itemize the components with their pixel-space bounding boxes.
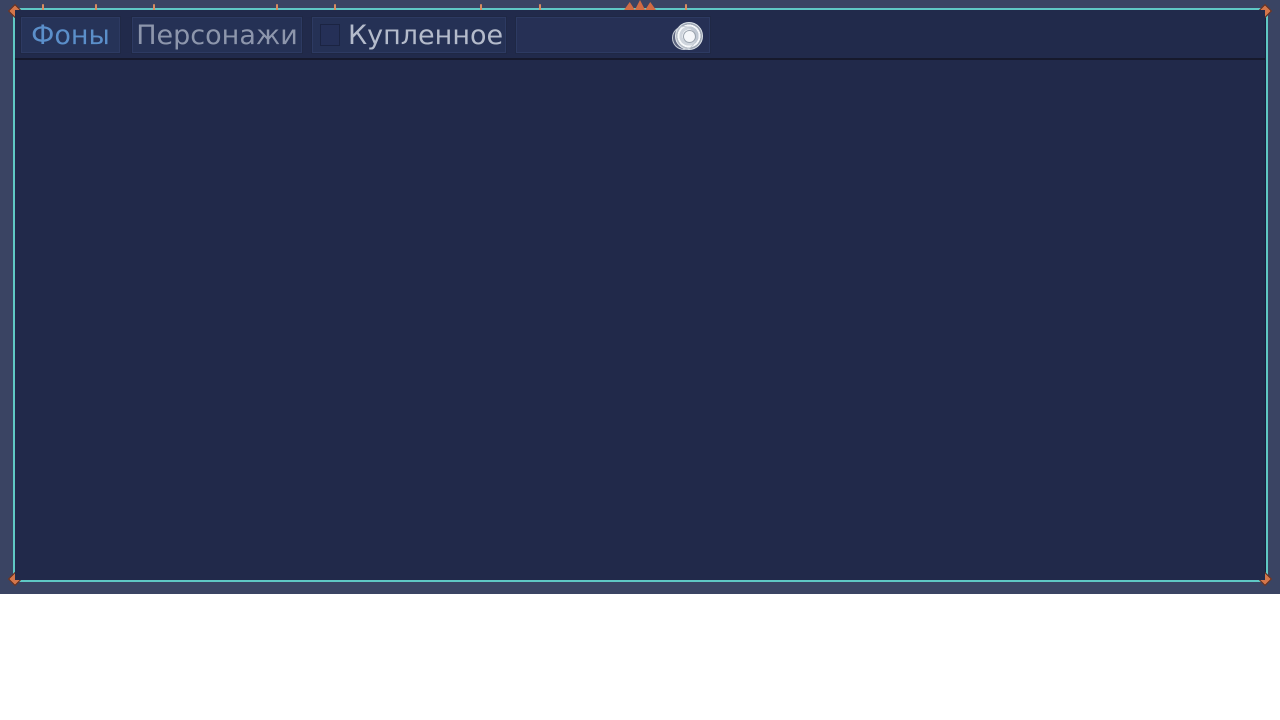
currency-display: [515, 16, 711, 54]
purchased-checkbox[interactable]: [320, 24, 340, 46]
tab-backgrounds-label: Фоны: [31, 19, 110, 51]
tab-characters-label: Персонажи: [136, 19, 298, 51]
shop-content-area: [15, 60, 1265, 580]
purchased-filter-label: Купленное: [348, 19, 504, 51]
shop-window: Фоны Персонажи Купленное: [0, 0, 1280, 594]
purchased-filter[interactable]: Купленное: [311, 16, 507, 54]
tab-backgrounds[interactable]: Фоны: [20, 16, 121, 54]
shop-tab-bar: Фоны Персонажи Купленное: [15, 10, 1265, 60]
top-ornament: [624, 0, 656, 10]
tab-characters[interactable]: Персонажи: [131, 16, 303, 54]
coin-icon: [672, 22, 703, 50]
